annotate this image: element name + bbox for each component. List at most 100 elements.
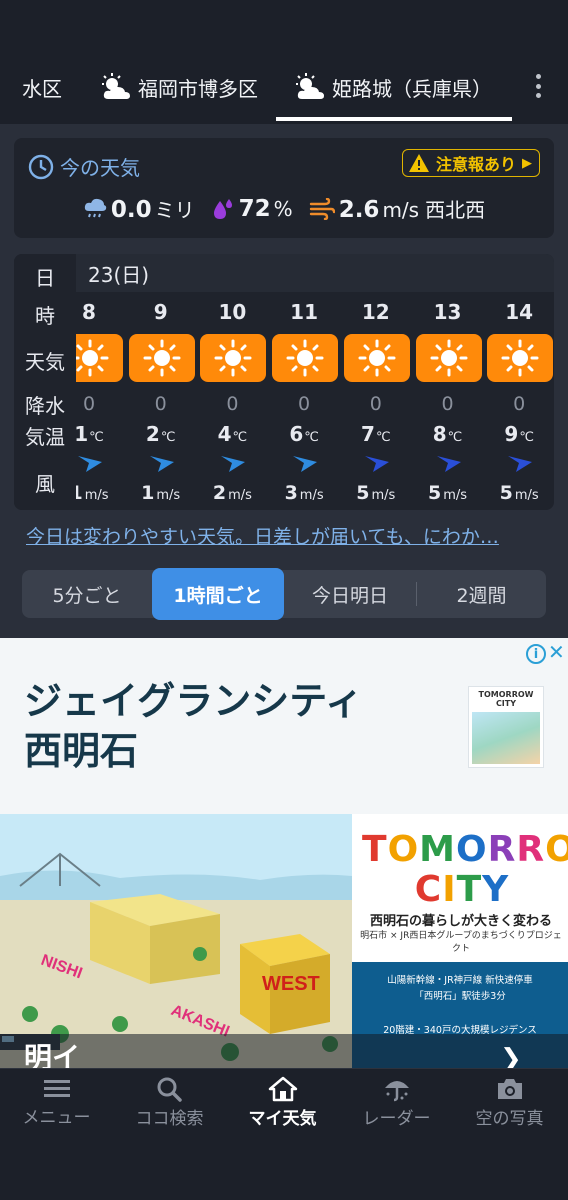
weather-content: 今の天気 注意報あり ▶ 0.0 ミリ 72 % 2.6 m/s 西北西 日 時… bbox=[0, 124, 568, 638]
tab-2weeks[interactable]: 2週間 bbox=[417, 570, 546, 618]
temp-value: 2℃ bbox=[145, 422, 176, 446]
date-label: 23(日) bbox=[88, 262, 150, 287]
location-tab-label: 姫路城（兵庫県） bbox=[332, 76, 492, 101]
location-tab-himeji[interactable]: 姫路城（兵庫県） bbox=[294, 52, 492, 122]
wind-direction-icon bbox=[506, 452, 534, 474]
wind-speed-value: 2 m/s bbox=[212, 482, 252, 504]
precip-value: 0 bbox=[298, 393, 311, 415]
warning-icon bbox=[409, 154, 429, 172]
forecast-summary-link[interactable]: 今日は変わりやすい天気。日差しが届いても、にわか… bbox=[26, 522, 536, 549]
current-weather-title: 今の天気 bbox=[28, 152, 140, 181]
home-icon bbox=[268, 1076, 297, 1101]
ad-thumbnail: TOMORROW CITY bbox=[468, 686, 544, 768]
date-row: 23(日) bbox=[76, 254, 554, 292]
nav-sky-photos[interactable]: 空の写真 bbox=[453, 1069, 566, 1135]
active-tab-indicator bbox=[276, 117, 512, 121]
ad-next-arrow-icon[interactable]: ❯ bbox=[500, 1044, 522, 1068]
tab-hourly[interactable]: 1時間ごと bbox=[152, 568, 284, 620]
temp-value: 7℃ bbox=[361, 422, 391, 446]
hour-column: 13 0 8℃ 5 m/s bbox=[413, 292, 483, 510]
hour-column: 14 0 9℃ 5 m/s bbox=[484, 292, 554, 510]
hour-column: 10 0 4℃ 2 m/s bbox=[197, 292, 267, 510]
row-label-wind: 風 bbox=[35, 472, 55, 496]
row-label-weather: 天気 bbox=[25, 350, 65, 374]
sunny-icon bbox=[128, 334, 195, 382]
ad-info-icon[interactable]: i bbox=[526, 644, 546, 664]
rain-stat: 0.0 ミリ bbox=[83, 194, 195, 223]
wind-direction-icon bbox=[363, 452, 391, 474]
hour-label: 14 bbox=[505, 300, 534, 324]
current-stats: 0.0 ミリ 72 % 2.6 m/s 西北西 bbox=[14, 194, 554, 223]
wind-stat: 2.6 m/s 西北西 bbox=[309, 194, 485, 223]
nav-radar[interactable]: レーダー bbox=[340, 1069, 453, 1135]
status-bar bbox=[0, 0, 568, 52]
row-label-temp: 気温 bbox=[25, 425, 65, 449]
chevron-right-icon: ▶ bbox=[522, 155, 533, 171]
row-label-precip: 降水 bbox=[25, 394, 65, 418]
humidity-stat: 72 % bbox=[211, 196, 293, 222]
hour-label: 11 bbox=[290, 300, 319, 324]
current-weather-card: 今の天気 注意報あり ▶ 0.0 ミリ 72 % 2.6 m/s 西北西 bbox=[14, 138, 554, 238]
sun-cloud-icon bbox=[296, 73, 324, 99]
nav-search[interactable]: ココ検索 bbox=[113, 1069, 226, 1135]
advertisement[interactable]: i ✕ ジェイグランシティ 西明石 TOMORROW CITY WEST NIS… bbox=[0, 638, 568, 1068]
wind-speed-value: 3 m/s bbox=[284, 482, 324, 504]
temp-value: 9℃ bbox=[504, 422, 534, 446]
system-navigation-bar bbox=[0, 1134, 568, 1200]
rain-cloud-icon bbox=[84, 198, 107, 217]
precip-value: 0 bbox=[513, 393, 526, 415]
ad-subtagline: 明石市 × JR西日本グループのまちづくりプロジェクト bbox=[360, 931, 562, 954]
clock-icon bbox=[28, 154, 54, 179]
location-tab-bar: 水区 福岡市博多区 姫路城（兵庫県） bbox=[0, 52, 568, 122]
wind-icon bbox=[309, 197, 335, 220]
search-icon bbox=[157, 1077, 182, 1102]
humidity-drop-icon bbox=[213, 198, 232, 219]
svg-text:WEST: WEST bbox=[262, 973, 320, 995]
location-tab-fukuoka[interactable]: 福岡市博多区 bbox=[100, 52, 258, 122]
hour-column: 12 0 7℃ 5 m/s bbox=[341, 292, 411, 510]
hourly-forecast-table[interactable]: 日 時 天気 降水 気温 風 23(日) 8 0 1℃ 1 m/s 9 0 2℃ 1 m/s 10 0… bbox=[14, 254, 554, 510]
sunny-icon bbox=[343, 334, 410, 382]
ad-tagline: 西明石の暮らしが大きく変わる bbox=[369, 914, 552, 929]
hour-label: 13 bbox=[433, 300, 462, 324]
wind-direction-icon bbox=[76, 452, 104, 474]
precip-value: 0 bbox=[369, 393, 382, 415]
umbrella-icon bbox=[384, 1080, 409, 1101]
interval-selector: 5分ごと 1時間ごと 今日明日 2週間 bbox=[22, 568, 546, 620]
sunny-icon bbox=[200, 334, 267, 382]
sunny-icon bbox=[415, 334, 482, 382]
wind-direction-icon bbox=[219, 452, 247, 474]
more-options-icon[interactable] bbox=[528, 70, 548, 102]
ad-city-illustration: WEST NISHI AKASHI bbox=[0, 814, 352, 1068]
ad-overlay-text: 明イ bbox=[24, 1041, 81, 1068]
temp-value: 6℃ bbox=[289, 422, 319, 446]
city-illustration-graphic: WEST NISHI AKASHI bbox=[0, 814, 352, 1068]
ad-close-icon[interactable]: ✕ bbox=[548, 640, 565, 664]
camera-icon bbox=[497, 1078, 522, 1099]
wind-direction-icon bbox=[291, 452, 319, 474]
nav-my-weather[interactable]: マイ天気 bbox=[226, 1069, 339, 1135]
ad-overlay-bar bbox=[0, 1034, 568, 1068]
tab-5min[interactable]: 5分ごと bbox=[22, 570, 152, 618]
hour-label: 10 bbox=[218, 300, 247, 324]
tab-today-tomorrow[interactable]: 今日明日 bbox=[284, 570, 416, 618]
bottom-navigation: メニュー ココ検索 マイ天気 レーダー 空の写真 bbox=[0, 1068, 568, 1134]
wind-direction-icon bbox=[148, 452, 176, 474]
hour-column: 11 0 6℃ 3 m/s bbox=[269, 292, 339, 510]
sun-cloud-icon bbox=[102, 73, 130, 99]
hourly-scroll-area[interactable]: 23(日) 8 0 1℃ 1 m/s 9 0 2℃ 1 m/s 10 0 4℃ 2 m/s 11 0 6℃ 3 m/s… bbox=[57, 254, 554, 510]
alert-label: 注意報あり bbox=[436, 155, 517, 174]
nav-menu[interactable]: メニュー bbox=[0, 1069, 113, 1135]
precip-value: 0 bbox=[226, 393, 239, 415]
wind-speed-value: 5 m/s bbox=[356, 482, 396, 504]
sunny-icon bbox=[487, 334, 554, 382]
hour-column: 9 0 2℃ 1 m/s bbox=[126, 292, 196, 510]
location-tab-label: 福岡市博多区 bbox=[138, 76, 258, 101]
location-tab-label: 水区 bbox=[22, 76, 62, 101]
location-tab-partial[interactable]: 水区 bbox=[22, 52, 62, 122]
row-labels: 日 時 天気 降水 気温 風 bbox=[14, 254, 76, 510]
row-label-day: 日 bbox=[35, 266, 55, 290]
alert-badge[interactable]: 注意報あり ▶ bbox=[402, 149, 540, 177]
ad-header: i ✕ ジェイグランシティ 西明石 TOMORROW CITY bbox=[0, 638, 568, 814]
precip-value: 0 bbox=[441, 393, 454, 415]
